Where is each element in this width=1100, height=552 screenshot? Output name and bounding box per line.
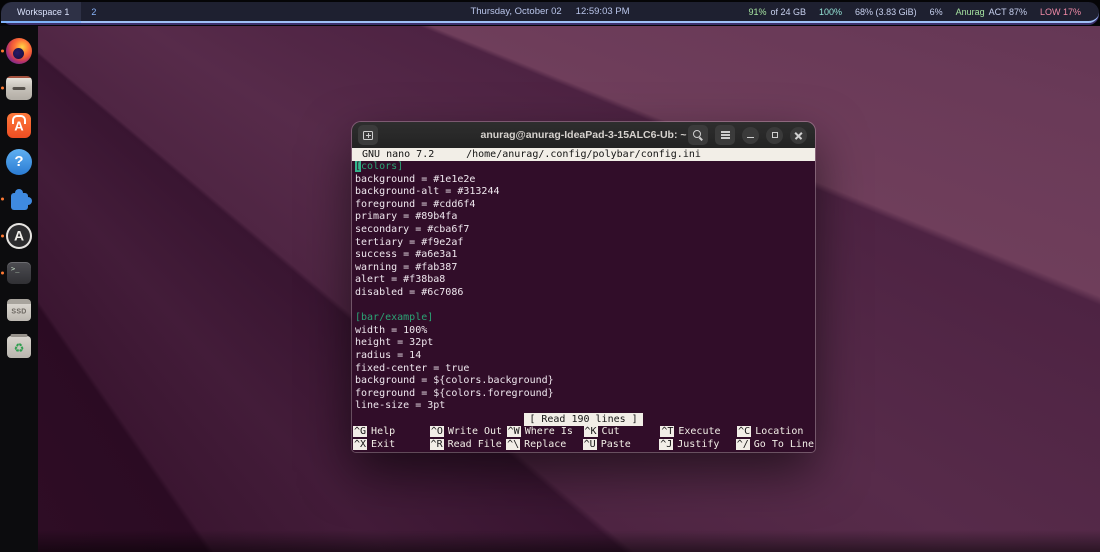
new-tab-icon	[363, 131, 373, 140]
editor-line: tertiary = #f9e2af	[355, 237, 815, 250]
maximize-icon	[772, 132, 778, 138]
circle-a-app-icon	[6, 223, 32, 249]
running-indicator	[1, 198, 4, 201]
nano-status-message: [ Read 190 lines ]	[524, 413, 642, 426]
editor-line: fixed-center = true	[355, 363, 815, 376]
editor-line: radius = 14	[355, 350, 815, 363]
editor-line: foreground = #cdd6f4	[355, 199, 815, 212]
nano-shortcut: ^\Replace	[506, 439, 583, 452]
editor-line: success = #a6e3a1	[355, 249, 815, 262]
search-button[interactable]	[688, 125, 708, 145]
maximize-button[interactable]	[766, 127, 783, 144]
nano-shortcut: ^CLocation	[737, 426, 814, 439]
minimize-button[interactable]	[742, 127, 759, 144]
dock-item-terminal[interactable]	[0, 259, 38, 287]
workspace-2-button[interactable]: 2	[81, 7, 106, 17]
memory-module: 91% of 24 GB	[748, 7, 806, 17]
nano-status-row: [ Read 190 lines ]	[352, 413, 815, 426]
hamburger-menu-icon	[721, 134, 730, 136]
editor-line: primary = #89b4fa	[355, 211, 815, 224]
titlebar-controls	[688, 125, 807, 145]
minimize-icon	[747, 137, 754, 139]
help-icon	[6, 149, 32, 175]
user-activity-module: Anurag ACT 87%	[956, 7, 1027, 17]
dock-item-help[interactable]	[0, 148, 38, 176]
dock-item-files[interactable]	[0, 74, 38, 102]
time-label: 12:59:03 PM	[576, 6, 630, 17]
editor-line: secondary = #cba6f7	[355, 224, 815, 237]
nano-version: GNU nano 7.2	[362, 148, 434, 161]
editor-line: height = 32pt	[355, 337, 815, 350]
ssd-drive-icon: SSD	[7, 299, 31, 321]
close-icon	[794, 131, 803, 140]
editor-line: alert = #f38ba8	[355, 274, 815, 287]
extensions-icon	[11, 193, 28, 210]
dock: SSD	[0, 26, 38, 552]
running-indicator	[1, 235, 4, 238]
terminal-icon	[7, 262, 31, 284]
cpu-module: 100%	[819, 7, 842, 17]
nano-shortcuts-row-1: ^GHelp ^OWrite Out ^WWhere Is ^KCut ^TEx…	[352, 426, 815, 439]
nano-shortcut: ^XExit	[353, 439, 430, 452]
desktop: Workspace 1 2 Thursday, October 02 12:59…	[0, 0, 1100, 552]
dock-item-extensions[interactable]	[0, 185, 38, 213]
status-bar: Workspace 1 2 Thursday, October 02 12:59…	[1, 2, 1099, 23]
terminal-window: anurag@anurag-IdeaPad-3-15ALC6-Ub: ~	[352, 122, 815, 452]
nano-shortcut: ^GHelp	[353, 426, 430, 439]
app-center-icon	[7, 113, 31, 138]
editor-line: background-alt = #313244	[355, 186, 815, 199]
trash-icon	[7, 336, 31, 358]
close-button[interactable]	[790, 127, 807, 144]
nano-shortcut: ^TExecute	[660, 426, 737, 439]
firefox-icon	[6, 38, 32, 64]
editor-line: disabled = #6c7086	[355, 287, 815, 300]
editor-line: width = 100%	[355, 325, 815, 338]
nano-shortcut: ^OWrite Out	[430, 426, 507, 439]
workspace-1-label: Workspace 1	[17, 7, 69, 17]
dock-item-circle-a-app[interactable]	[0, 222, 38, 250]
nano-shortcut: ^WWhere Is	[507, 426, 584, 439]
terminal-title: anurag@anurag-IdeaPad-3-15ALC6-Ub: ~	[481, 129, 687, 141]
editor-line-blank	[355, 300, 815, 313]
editor-line: foreground = ${colors.foreground}	[355, 388, 815, 401]
editor-line: background = #1e1e2e	[355, 174, 815, 187]
editor-line-section-colors: [colors]	[355, 161, 815, 174]
menu-button[interactable]	[715, 125, 735, 145]
dock-item-trash[interactable]	[0, 333, 38, 361]
editor-line-section-bar-example: [bar/example]	[355, 312, 815, 325]
workspace-2-label: 2	[91, 7, 96, 17]
nano-shortcut: ^UPaste	[583, 439, 660, 452]
editor-line: line-size = 3pt	[355, 400, 815, 413]
editor-area[interactable]: [colors] background = #1e1e2e background…	[352, 161, 815, 413]
nano-file-path: /home/anurag/.config/polybar/config.ini	[466, 148, 701, 161]
dock-item-app-center[interactable]	[0, 111, 38, 139]
clock: Thursday, October 02 12:59:03 PM	[470, 6, 629, 17]
dock-item-firefox[interactable]	[0, 37, 38, 65]
nano-header: GNU nano 7.2 /home/anurag/.config/polyba…	[352, 148, 815, 161]
nano-shortcut: ^RRead File	[430, 439, 507, 452]
nano-shortcuts-row-2: ^XExit ^RRead File ^\Replace ^UPaste ^JJ…	[352, 439, 815, 452]
new-tab-button[interactable]	[358, 125, 378, 145]
system-stats: 91% of 24 GB 100% 68% (3.83 GiB) 6% Anur…	[748, 7, 1099, 17]
date-label: Thursday, October 02	[470, 6, 561, 17]
files-icon	[6, 76, 32, 100]
running-indicator	[1, 272, 4, 275]
terminal-titlebar[interactable]: anurag@anurag-IdeaPad-3-15ALC6-Ub: ~	[352, 122, 815, 148]
workspace-1-button[interactable]: Workspace 1	[1, 2, 81, 23]
dock-item-ssd-drive[interactable]: SSD	[0, 296, 38, 324]
running-indicator	[1, 50, 4, 53]
search-icon	[693, 130, 701, 138]
running-indicator	[1, 87, 4, 90]
editor-line: warning = #fab387	[355, 262, 815, 275]
editor-line: background = ${colors.background}	[355, 375, 815, 388]
nano-shortcut: ^KCut	[584, 426, 661, 439]
nano-shortcut: ^/Go To Line	[736, 439, 814, 452]
battery-module: LOW 17%	[1040, 7, 1081, 17]
nano-shortcut: ^JJustify	[659, 439, 736, 452]
swap-module: 68% (3.83 GiB)	[855, 7, 917, 17]
gpu-module: 6%	[930, 7, 943, 17]
